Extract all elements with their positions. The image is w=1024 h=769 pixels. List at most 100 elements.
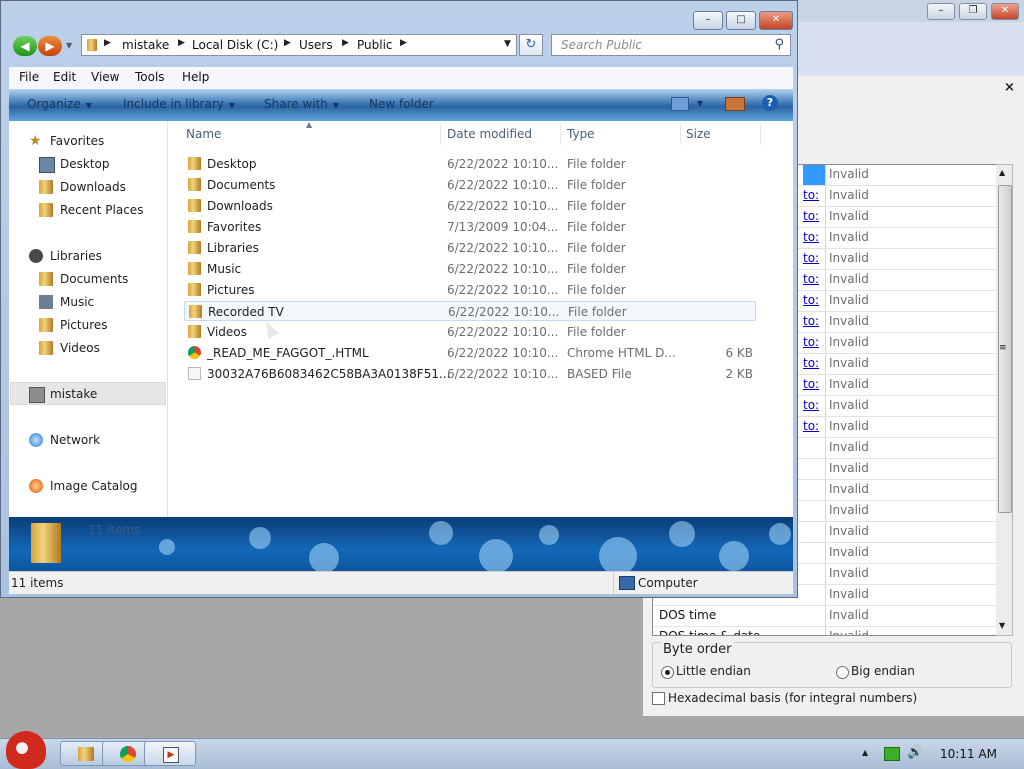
grid-link[interactable]: to: <box>803 377 819 391</box>
column-type[interactable]: Type <box>567 127 595 141</box>
start-button[interactable] <box>6 731 46 769</box>
file-row-libraries[interactable]: Libraries 6/22/2022 10:10... File folder <box>184 238 756 258</box>
column-divider[interactable] <box>680 123 681 145</box>
breadcrumb-mistake[interactable]: mistake <box>122 38 169 52</box>
grid-value-cell: Invalid <box>829 272 869 286</box>
grid-link[interactable]: to: <box>803 335 819 349</box>
refresh-button[interactable]: ↻ <box>519 34 543 56</box>
system-clock[interactable]: 10:11 AM <box>940 747 997 761</box>
menu-edit[interactable]: Edit <box>53 70 76 84</box>
computer-icon <box>619 576 635 590</box>
hex-basis-checkbox[interactable] <box>652 692 665 705</box>
file-row-downloads[interactable]: Downloads 6/22/2022 10:10... File folder <box>184 196 756 216</box>
search-icon[interactable]: ⚲ <box>774 37 784 52</box>
big-endian-radio[interactable] <box>836 666 849 679</box>
grid-value-cell: Invalid <box>829 314 869 328</box>
column-divider[interactable] <box>760 123 761 145</box>
change-view-icon[interactable] <box>671 97 689 111</box>
big-endian-label: Big endian <box>851 664 915 678</box>
scroll-up-icon[interactable]: ▲ <box>999 168 1005 177</box>
address-dropdown-icon[interactable]: ▼ <box>504 39 511 49</box>
inspector-panel-close-icon[interactable]: × <box>1004 80 1015 95</box>
grid-row[interactable]: DOS time & date Invalid <box>653 627 997 635</box>
view-dropdown-icon[interactable]: ▼ <box>697 99 703 108</box>
column-name[interactable]: Name <box>186 127 221 141</box>
grid-link[interactable]: to: <box>803 209 819 223</box>
close-button[interactable]: ✕ <box>759 11 793 30</box>
menu-tools[interactable]: Tools <box>135 70 165 84</box>
scroll-grip-icon: ≡ <box>999 343 1007 353</box>
grid-link[interactable]: to: <box>803 293 819 307</box>
minimize-button[interactable]: – <box>693 11 723 30</box>
preview-pane-icon[interactable] <box>725 97 745 111</box>
grid-link[interactable]: to: <box>803 398 819 412</box>
show-hidden-icons-icon[interactable]: ▲ <box>862 748 868 757</box>
inspector-restore-button[interactable]: ❐ <box>959 3 987 20</box>
breadcrumb-separator-icon[interactable]: ▶ <box>104 38 111 48</box>
back-button[interactable]: ◀ <box>13 36 37 56</box>
maximize-button[interactable]: □ <box>726 11 756 30</box>
file-row-readme-html[interactable]: _READ_ME_FAGGOT_.HTML 6/22/2022 10:10...… <box>184 343 756 363</box>
breadcrumb-users[interactable]: Users <box>299 38 333 52</box>
organize-button[interactable]: Organize ▼ <box>27 97 92 111</box>
breadcrumb-separator-icon[interactable]: ▶ <box>284 38 291 48</box>
grid-value-cell: Invalid <box>829 482 869 496</box>
grid-link[interactable]: to: <box>803 314 819 328</box>
grid-row[interactable]: DOS time Invalid <box>653 606 997 627</box>
menu-file[interactable]: File <box>19 70 39 84</box>
grid-value-cell: Invalid <box>829 398 869 412</box>
grid-link[interactable]: to: <box>803 356 819 370</box>
search-input[interactable]: Search Public ⚲ <box>551 34 791 56</box>
file-row-music[interactable]: Music 6/22/2022 10:10... File folder <box>184 259 756 279</box>
music-icon <box>39 295 53 309</box>
decorative-bubble <box>599 537 637 571</box>
breadcrumb-separator-icon[interactable]: ▶ <box>400 38 407 48</box>
little-endian-radio[interactable] <box>661 666 674 679</box>
menu-bar: File Edit View Tools Help <box>9 67 793 89</box>
forward-button[interactable]: ▶ <box>38 36 62 56</box>
grid-link[interactable]: to: <box>803 272 819 286</box>
include-in-library-button[interactable]: Include in library ▼ <box>123 97 235 111</box>
recent-pages-icon[interactable]: ▼ <box>66 41 72 50</box>
inspector-minimize-button[interactable]: – <box>927 3 955 20</box>
folder-icon <box>188 157 201 170</box>
network-status-icon[interactable] <box>884 747 900 761</box>
grid-value-cell: Invalid <box>829 188 869 202</box>
grid-value-cell: Invalid <box>829 356 869 370</box>
breadcrumb-public[interactable]: Public <box>357 38 393 52</box>
grid-link[interactable]: to: <box>803 230 819 244</box>
column-size[interactable]: Size <box>686 127 711 141</box>
breadcrumb-separator-icon[interactable]: ▶ <box>342 38 349 48</box>
inspector-close-button[interactable]: ✕ <box>991 3 1019 20</box>
grid-link[interactable]: to: <box>803 251 819 265</box>
file-row-based-file[interactable]: 30032A76B6083462C58BA3A0138F51... 6/22/2… <box>184 364 756 384</box>
breadcrumb-local-disk[interactable]: Local Disk (C:) <box>192 38 278 52</box>
recent-places-icon <box>39 203 53 217</box>
breadcrumb-separator-icon[interactable]: ▶ <box>178 38 185 48</box>
column-date-modified[interactable]: Date modified <box>447 127 532 141</box>
grid-label-cell[interactable]: DOS time <box>653 606 826 626</box>
column-divider[interactable] <box>560 123 561 145</box>
grid-selected-cell[interactable] <box>803 165 825 185</box>
new-folder-button[interactable]: New folder <box>369 97 434 111</box>
grid-link[interactable]: to: <box>803 188 819 202</box>
help-icon[interactable]: ? <box>762 95 778 111</box>
taskbar-app-button[interactable]: ▶ <box>144 741 196 766</box>
scroll-down-icon[interactable]: ▼ <box>999 621 1005 630</box>
star-icon: ★ <box>29 133 42 149</box>
volume-icon[interactable]: 🔊 <box>907 745 923 760</box>
file-row-documents[interactable]: Documents 6/22/2022 10:10... File folder <box>184 175 756 195</box>
address-bar[interactable]: ▶ mistake ▶ Local Disk (C:) ▶ Users ▶ Pu… <box>81 34 517 56</box>
grid-value-cell: Invalid <box>829 440 869 454</box>
inspector-grid-scrollbar[interactable]: ▲ ≡ ▼ <box>996 164 1013 636</box>
menu-help[interactable]: Help <box>182 70 209 84</box>
file-row-favorites[interactable]: Favorites 7/13/2009 10:04... File folder <box>184 217 756 237</box>
grid-link[interactable]: to: <box>803 419 819 433</box>
menu-view[interactable]: View <box>91 70 119 84</box>
file-row-desktop[interactable]: Desktop 6/22/2022 10:10... File folder <box>184 154 756 174</box>
file-row-recorded-tv[interactable]: Recorded TV 6/22/2022 10:10... File fold… <box>184 301 756 321</box>
column-divider[interactable] <box>440 123 441 145</box>
grid-label-cell[interactable]: DOS time & date <box>653 627 826 635</box>
share-with-button[interactable]: Share with ▼ <box>264 97 339 111</box>
file-row-pictures[interactable]: Pictures 6/22/2022 10:10... File folder <box>184 280 756 300</box>
